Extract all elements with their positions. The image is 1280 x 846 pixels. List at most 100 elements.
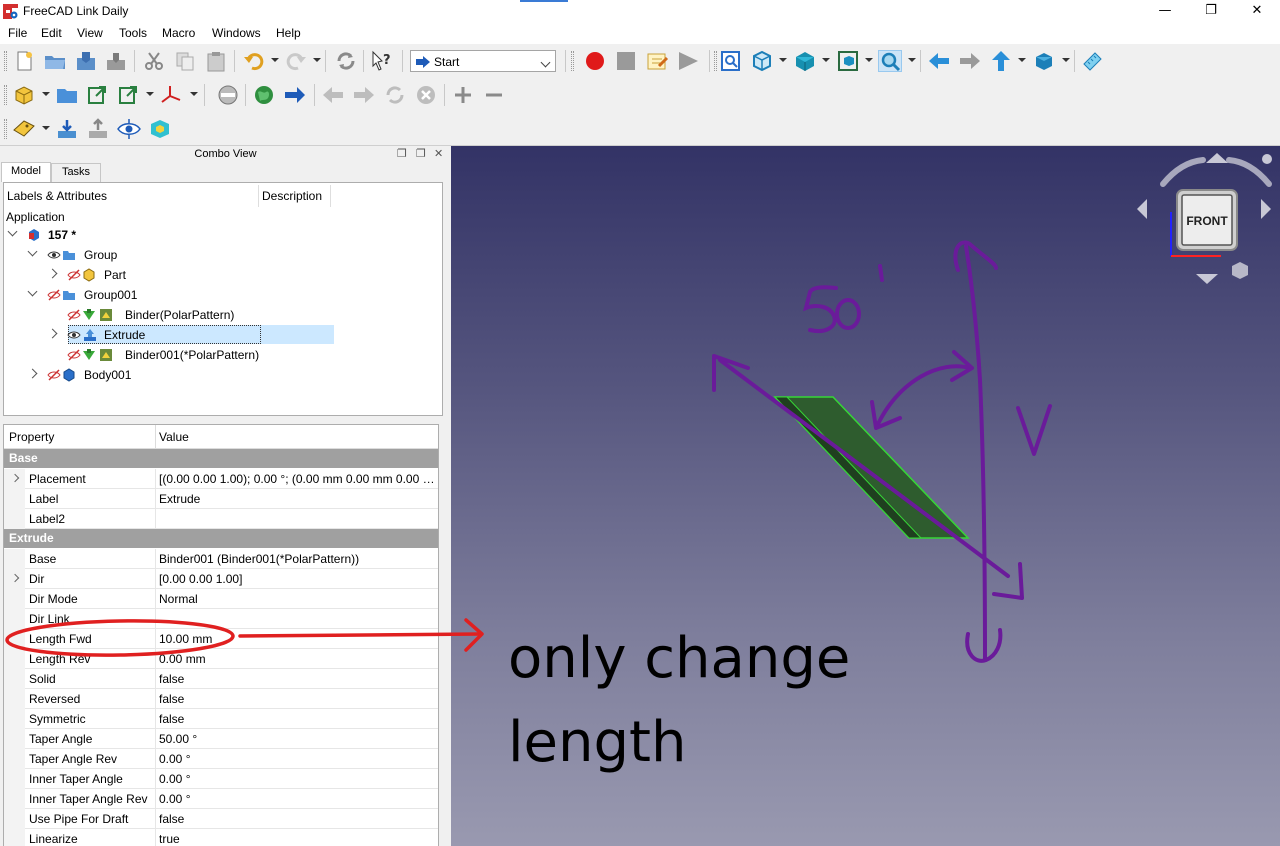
nav-right-arrow-icon[interactable] <box>1261 199 1271 219</box>
minimize-button[interactable]: — <box>1142 0 1188 23</box>
float-panel-button[interactable]: ❐ <box>397 147 407 160</box>
tree-item-group[interactable]: Group <box>4 245 442 265</box>
property-value[interactable]: [(0.00 0.00 1.00); 0.00 °; (0.00 mm 0.00… <box>159 472 437 486</box>
property-row[interactable]: Symmetric false <box>4 709 438 729</box>
nav-forward-button[interactable] <box>352 84 376 106</box>
nav-menu-dot-icon[interactable] <box>1262 154 1272 164</box>
run-macro-button[interactable] <box>676 50 700 72</box>
coordinate-system-button[interactable] <box>160 84 184 106</box>
property-value[interactable]: 0.00 ° <box>159 792 437 806</box>
create-part-button[interactable] <box>12 84 36 106</box>
property-column-header[interactable]: Property <box>9 430 54 444</box>
tree-item-extrude[interactable]: Extrude <box>4 325 442 345</box>
tree-item-binder[interactable]: Binder(PolarPattern) <box>4 305 442 325</box>
copy-button[interactable] <box>173 50 197 72</box>
eye-hidden-icon[interactable] <box>67 348 81 362</box>
tree-item-body001[interactable]: Body001 <box>4 365 442 385</box>
expand-caret-icon[interactable] <box>27 286 38 297</box>
property-value[interactable]: [0.00 0.00 1.00] <box>159 572 437 586</box>
tree-document-row[interactable]: 157 * <box>4 225 442 245</box>
property-value[interactable]: true <box>159 832 437 846</box>
up-button[interactable] <box>989 50 1013 72</box>
property-value[interactable]: false <box>159 712 437 726</box>
bounding-box-button[interactable] <box>836 50 860 72</box>
reload-button[interactable] <box>383 84 407 106</box>
tab-tasks[interactable]: Tasks <box>51 163 101 182</box>
select-button[interactable] <box>216 84 240 106</box>
make-sublink-button[interactable] <box>117 84 141 106</box>
paste-button[interactable] <box>204 50 228 72</box>
undo-button[interactable] <box>242 50 266 72</box>
property-row[interactable]: Length Fwd 10.00 mm <box>4 629 438 649</box>
save-button[interactable] <box>74 50 98 72</box>
collapse-caret-icon[interactable] <box>27 368 38 379</box>
property-value[interactable]: false <box>159 672 437 686</box>
make-link-button[interactable] <box>86 84 110 106</box>
toggle-visibility-button[interactable] <box>117 118 141 140</box>
property-row[interactable]: Dir Link <box>4 609 438 629</box>
property-value[interactable]: 0.00 ° <box>159 752 437 766</box>
property-row[interactable]: Reversed false <box>4 689 438 709</box>
eye-visible-icon[interactable] <box>67 328 81 342</box>
eye-hidden-icon[interactable] <box>47 288 61 302</box>
property-value[interactable]: 0.00 ° <box>159 772 437 786</box>
property-value[interactable]: 10.00 mm <box>159 632 437 646</box>
navigation-cube[interactable]: FRONT <box>1137 153 1272 284</box>
zoom-button[interactable] <box>878 50 902 72</box>
draw-style-button[interactable] <box>750 50 774 72</box>
property-row[interactable]: Dir Mode Normal <box>4 589 438 609</box>
nav-left-arrow-icon[interactable] <box>1137 199 1147 219</box>
property-row[interactable]: Placement [(0.00 0.00 1.00); 0.00 °; (0.0… <box>4 469 438 489</box>
property-row[interactable]: Length Rev 0.00 mm <box>4 649 438 669</box>
menu-windows[interactable]: Windows <box>212 26 261 40</box>
up-dropdown-icon[interactable] <box>1018 58 1026 62</box>
rotate-ccw-icon[interactable] <box>1160 157 1206 187</box>
close-button[interactable]: ✕ <box>1234 0 1280 23</box>
cut-button[interactable] <box>142 50 166 72</box>
eye-hidden-icon[interactable] <box>47 368 61 382</box>
draw-style-dropdown-icon[interactable] <box>779 58 787 62</box>
record-macro-button[interactable] <box>583 50 607 72</box>
menu-view[interactable]: View <box>77 26 103 40</box>
refresh-button[interactable] <box>334 50 358 72</box>
value-column-header[interactable]: Value <box>159 430 189 444</box>
link-button[interactable] <box>1032 50 1056 72</box>
coordinate-dropdown-icon[interactable] <box>190 92 198 96</box>
standard-views-dropdown-icon[interactable] <box>822 58 830 62</box>
close-panel-button[interactable]: ✕ <box>434 147 443 160</box>
property-row[interactable]: Solid false <box>4 669 438 689</box>
property-row[interactable]: Linearize true <box>4 829 438 846</box>
property-value[interactable]: Binder001 (Binder001(*PolarPattern)) <box>159 552 437 566</box>
property-row[interactable]: Taper Angle Rev 0.00 ° <box>4 749 438 769</box>
tag-dropdown-icon[interactable] <box>42 126 50 130</box>
toolbar-grip[interactable] <box>4 119 7 139</box>
collapse-caret-icon[interactable] <box>47 268 58 279</box>
redo-dropdown-icon[interactable] <box>313 58 321 62</box>
expand-caret-icon[interactable] <box>7 226 18 237</box>
nav-back-button[interactable] <box>321 84 345 106</box>
sublink-dropdown-icon[interactable] <box>146 92 154 96</box>
property-row[interactable]: Inner Taper Angle 0.00 ° <box>4 769 438 789</box>
assembly-button[interactable] <box>148 118 172 140</box>
menu-tools[interactable]: Tools <box>119 26 147 40</box>
tree-item-part[interactable]: Part <box>4 265 442 285</box>
property-value[interactable]: false <box>159 692 437 706</box>
export-button[interactable] <box>86 118 110 140</box>
tree-header-labels[interactable]: Labels & Attributes <box>4 185 259 207</box>
new-document-button[interactable] <box>12 50 36 72</box>
workbench-selector[interactable]: Start <box>410 50 556 72</box>
stop-macro-button[interactable] <box>614 50 638 72</box>
part-dropdown-icon[interactable] <box>42 92 50 96</box>
menu-macro[interactable]: Macro <box>162 26 195 40</box>
mini-cube-icon[interactable] <box>1232 262 1248 279</box>
tree-header-description[interactable]: Description <box>259 185 331 207</box>
fit-all-button[interactable] <box>719 50 743 72</box>
restore-button[interactable]: ❐ <box>1188 0 1234 23</box>
go-button[interactable] <box>283 84 307 106</box>
undock-panel-button[interactable]: ❐ <box>416 147 426 160</box>
menu-help[interactable]: Help <box>276 26 301 40</box>
zoom-out-button[interactable] <box>482 84 506 106</box>
collapse-caret-icon[interactable] <box>47 328 58 339</box>
stop-loading-button[interactable] <box>414 84 438 106</box>
zoom-in-button[interactable] <box>451 84 475 106</box>
